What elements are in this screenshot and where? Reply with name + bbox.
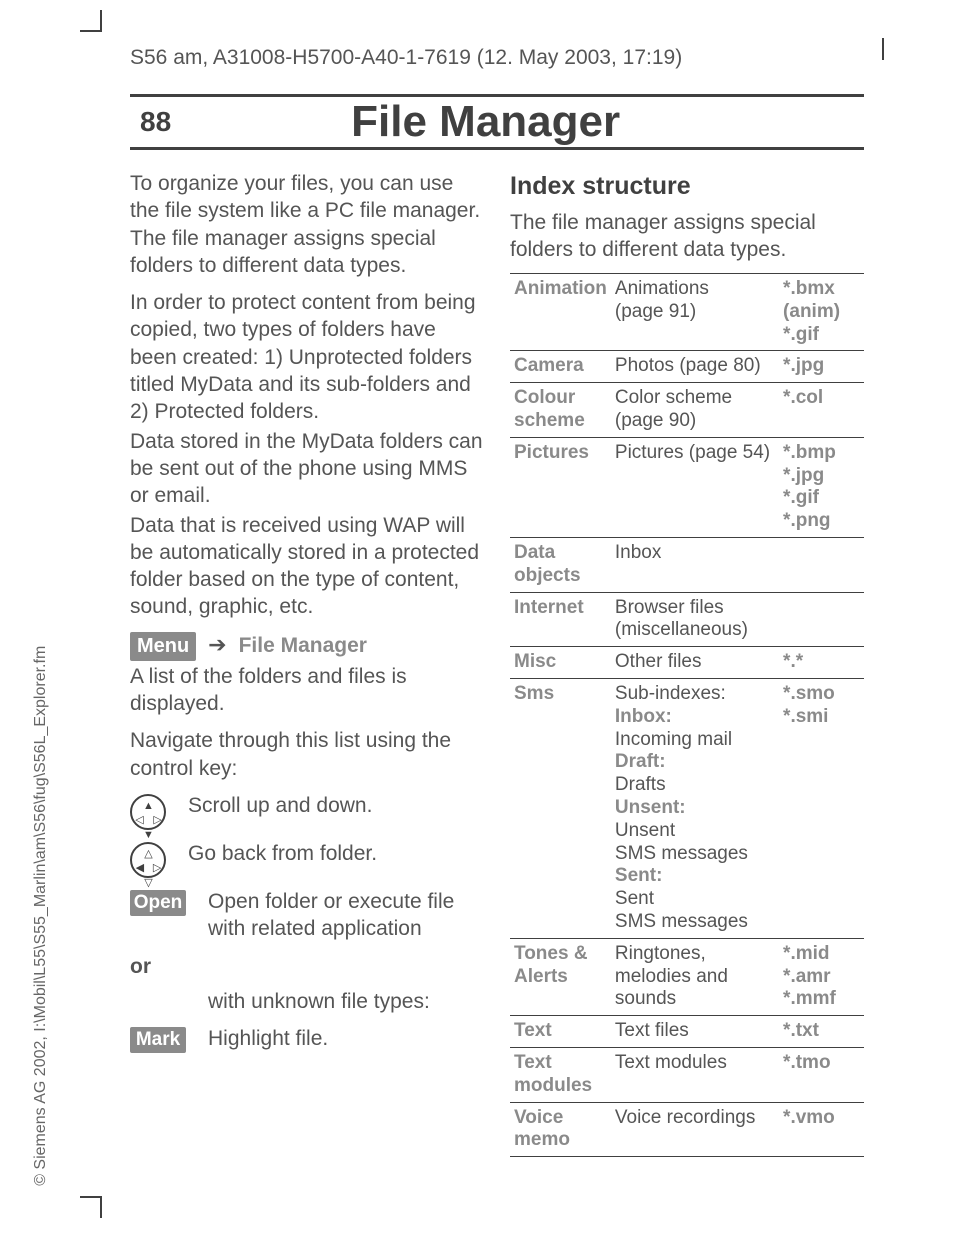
table-cell-type: Internet [510, 592, 611, 647]
table-cell-ext: *.smo*.smi [779, 679, 864, 939]
control-desc: Scroll up and down. [188, 792, 372, 819]
page-title: File Manager [351, 93, 620, 150]
arrow-icon: ➔ [202, 632, 233, 657]
table-cell-desc: Browser files(miscellaneous) [611, 592, 779, 647]
nav-key-left-icon: △ ◀▷ ▽ [130, 842, 166, 878]
paragraph: In order to protect content from being c… [130, 289, 484, 425]
menu-target: File Manager [239, 634, 367, 657]
control-row: ▲ ◁▷ ▼ Scroll up and down. [130, 792, 484, 830]
table-cell-ext: *.* [779, 647, 864, 679]
table-cell-ext [779, 592, 864, 647]
paragraph: A list of the folders and files is displ… [130, 663, 484, 718]
index-table: AnimationAnimations(page 91)*.bmx(anim)*… [510, 273, 864, 1157]
paragraph: Navigate through this list using the con… [130, 727, 484, 782]
control-row: △ ◀▷ ▽ Go back from folder. [130, 840, 484, 878]
crop-mark [80, 1196, 102, 1198]
paragraph: The file manager assigns special folders… [510, 209, 864, 264]
section-heading: Index structure [510, 170, 864, 203]
table-cell-desc: Text modules [611, 1048, 779, 1103]
crop-mark [100, 10, 102, 32]
table-row: SmsSub-indexes:Inbox:Incoming mailDraft:… [510, 679, 864, 939]
menu-path: Menu ➔ File Manager [130, 631, 484, 661]
table-cell-type: Sms [510, 679, 611, 939]
table-cell-ext: *.bmp*.jpg*.gif*.png [779, 437, 864, 537]
control-row: with unknown file types: [130, 988, 484, 1015]
table-cell-desc: Sub-indexes:Inbox:Incoming mailDraft:Dra… [611, 679, 779, 939]
table-cell-type: Text [510, 1016, 611, 1048]
table-cell-ext: *.vmo [779, 1102, 864, 1157]
table-row: PicturesPictures (page 54)*.bmp*.jpg*.gi… [510, 437, 864, 537]
control-row: Open Open folder or execute file with re… [130, 888, 484, 943]
open-softkey: Open [130, 890, 186, 916]
table-cell-desc: Pictures (page 54) [611, 437, 779, 537]
table-cell-desc: Color scheme(page 90) [611, 383, 779, 438]
paragraph: Data stored in the MyData folders can be… [130, 428, 484, 510]
table-cell-type: Text modules [510, 1048, 611, 1103]
page-number: 88 [140, 104, 171, 140]
table-cell-desc: Inbox [611, 538, 779, 593]
table-row: AnimationAnimations(page 91)*.bmx(anim)*… [510, 274, 864, 351]
table-cell-type: Misc [510, 647, 611, 679]
control-desc: Open folder or execute file with related… [208, 888, 484, 943]
copyright-sidebar: © Siemens AG 2002, I:\Mobil\L55\S55_Marl… [31, 646, 52, 1186]
table-cell-desc: Other files [611, 647, 779, 679]
crop-mark [100, 1196, 102, 1218]
table-cell-ext: *.mid*.amr*.mmf [779, 938, 864, 1015]
table-row: Voice memoVoice recordings*.vmo [510, 1102, 864, 1157]
content-area: To organize your files, you can use the … [130, 170, 864, 1196]
table-cell-type: Pictures [510, 437, 611, 537]
control-desc: with unknown file types: [208, 988, 430, 1015]
table-cell-desc: Voice recordings [611, 1102, 779, 1157]
table-cell-type: Animation [510, 274, 611, 351]
table-row: CameraPhotos (page 80)*.jpg [510, 351, 864, 383]
table-cell-ext: *.bmx(anim)*.gif [779, 274, 864, 351]
left-column: To organize your files, you can use the … [130, 170, 484, 1196]
table-row: TextText files*.txt [510, 1016, 864, 1048]
paragraph: To organize your files, you can use the … [130, 170, 484, 279]
table-cell-ext: *.jpg [779, 351, 864, 383]
table-row: Text modulesText modules*.tmo [510, 1048, 864, 1103]
crop-mark [80, 30, 102, 32]
table-cell-ext [779, 538, 864, 593]
table-cell-desc: Text files [611, 1016, 779, 1048]
table-row: InternetBrowser files(miscellaneous) [510, 592, 864, 647]
table-cell-desc: Photos (page 80) [611, 351, 779, 383]
paragraph: Data that is received using WAP will be … [130, 512, 484, 621]
table-cell-type: Colour scheme [510, 383, 611, 438]
table-cell-ext: *.col [779, 383, 864, 438]
table-row: Tones & AlertsRingtones, melodies and so… [510, 938, 864, 1015]
table-row: Colour schemeColor scheme(page 90)*.col [510, 383, 864, 438]
table-cell-type: Camera [510, 351, 611, 383]
table-cell-type: Voice memo [510, 1102, 611, 1157]
table-cell-desc: Ringtones, melodies and sounds [611, 938, 779, 1015]
table-row: MiscOther files*.* [510, 647, 864, 679]
control-desc: Go back from folder. [188, 840, 377, 867]
table-row: Data objectsInbox [510, 538, 864, 593]
page-header-band: 88 File Manager [130, 94, 864, 150]
mark-softkey: Mark [130, 1027, 186, 1053]
table-cell-desc: Animations(page 91) [611, 274, 779, 351]
control-desc: Highlight file. [208, 1025, 328, 1052]
table-cell-type: Tones & Alerts [510, 938, 611, 1015]
control-row: Mark Highlight file. [130, 1025, 484, 1053]
header-path: S56 am, A31008-H5700-A40-1-7619 (12. May… [130, 44, 682, 71]
table-cell-ext: *.tmo [779, 1048, 864, 1103]
table-cell-ext: *.txt [779, 1016, 864, 1048]
or-label: or [130, 953, 484, 980]
menu-softkey: Menu [130, 632, 196, 661]
right-column: Index structure The file manager assigns… [510, 170, 864, 1196]
crop-mark [882, 38, 884, 60]
nav-key-updown-icon: ▲ ◁▷ ▼ [130, 794, 166, 830]
table-cell-type: Data objects [510, 538, 611, 593]
